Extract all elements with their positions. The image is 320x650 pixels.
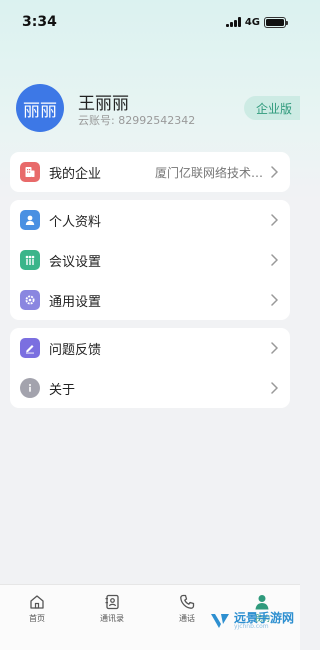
avatar[interactable]: 丽丽 bbox=[16, 84, 64, 132]
general-settings-label: 通用设置 bbox=[49, 294, 102, 310]
chevron-right-icon bbox=[271, 342, 278, 354]
my-company-label: 我的企业 bbox=[49, 166, 102, 182]
tab-contacts-label: 通讯录 bbox=[100, 614, 124, 623]
feedback-label: 问题反馈 bbox=[49, 342, 102, 358]
battery-icon bbox=[264, 16, 288, 28]
tab-contacts[interactable]: 通讯录 bbox=[92, 593, 132, 624]
chevron-right-icon bbox=[271, 166, 278, 178]
logo-icon bbox=[210, 614, 229, 628]
user-icon bbox=[20, 210, 40, 230]
tab-home[interactable]: 首页 bbox=[17, 593, 57, 624]
phone-icon bbox=[180, 594, 195, 609]
user-icon bbox=[255, 595, 269, 610]
enterprise-badge[interactable]: 企业版 bbox=[244, 96, 300, 120]
contacts-icon bbox=[105, 594, 119, 610]
tab-calls[interactable]: 通话 bbox=[167, 593, 207, 624]
watermark-sub: yjchnb.com bbox=[233, 623, 269, 630]
tab-calls-label: 通话 bbox=[179, 614, 195, 623]
meeting-settings-label: 会议设置 bbox=[49, 254, 102, 270]
company-icon bbox=[20, 162, 40, 182]
meeting-icon bbox=[20, 250, 40, 270]
chevron-right-icon bbox=[271, 214, 278, 226]
pencil-icon bbox=[20, 338, 40, 358]
chevron-right-icon bbox=[271, 294, 278, 306]
chevron-right-icon bbox=[271, 382, 278, 394]
company-card: 我的企业 厦门亿联网络技术… bbox=[10, 152, 290, 192]
settings-card: 个人资料 会议设置 通用设置 bbox=[10, 200, 290, 320]
home-icon bbox=[30, 595, 44, 609]
tab-home-label: 首页 bbox=[29, 614, 45, 623]
chevron-right-icon bbox=[271, 254, 278, 266]
feedback-row[interactable]: 问题反馈 bbox=[10, 328, 290, 368]
about-label: 关于 bbox=[49, 382, 76, 398]
profile-header[interactable]: 丽丽 王丽丽 云账号: 82992542342 企业版 bbox=[16, 84, 300, 134]
status-time: 3:34 bbox=[22, 14, 57, 30]
watermark: 远景手游网 yjchnb.com bbox=[209, 612, 294, 630]
signal-icon bbox=[226, 17, 241, 27]
profile-name: 王丽丽 bbox=[78, 94, 129, 114]
status-bar: 3:34 4G bbox=[0, 0, 300, 44]
network-type: 4G bbox=[244, 16, 260, 28]
general-settings-row[interactable]: 通用设置 bbox=[10, 280, 290, 320]
meeting-settings-row[interactable]: 会议设置 bbox=[10, 240, 290, 280]
profile-info-row[interactable]: 个人资料 bbox=[10, 200, 290, 240]
my-company-row[interactable]: 我的企业 厦门亿联网络技术… bbox=[10, 152, 290, 192]
status-indicators: 4G bbox=[226, 15, 288, 29]
about-row[interactable]: 关于 bbox=[10, 368, 290, 408]
info-icon bbox=[20, 378, 40, 398]
support-card: 问题反馈 关于 bbox=[10, 328, 290, 408]
my-company-value: 厦门亿联网络技术… bbox=[154, 165, 263, 180]
profile-account: 云账号: 82992542342 bbox=[78, 114, 196, 127]
gear-icon bbox=[20, 290, 40, 310]
profile-info-label: 个人资料 bbox=[49, 214, 102, 230]
